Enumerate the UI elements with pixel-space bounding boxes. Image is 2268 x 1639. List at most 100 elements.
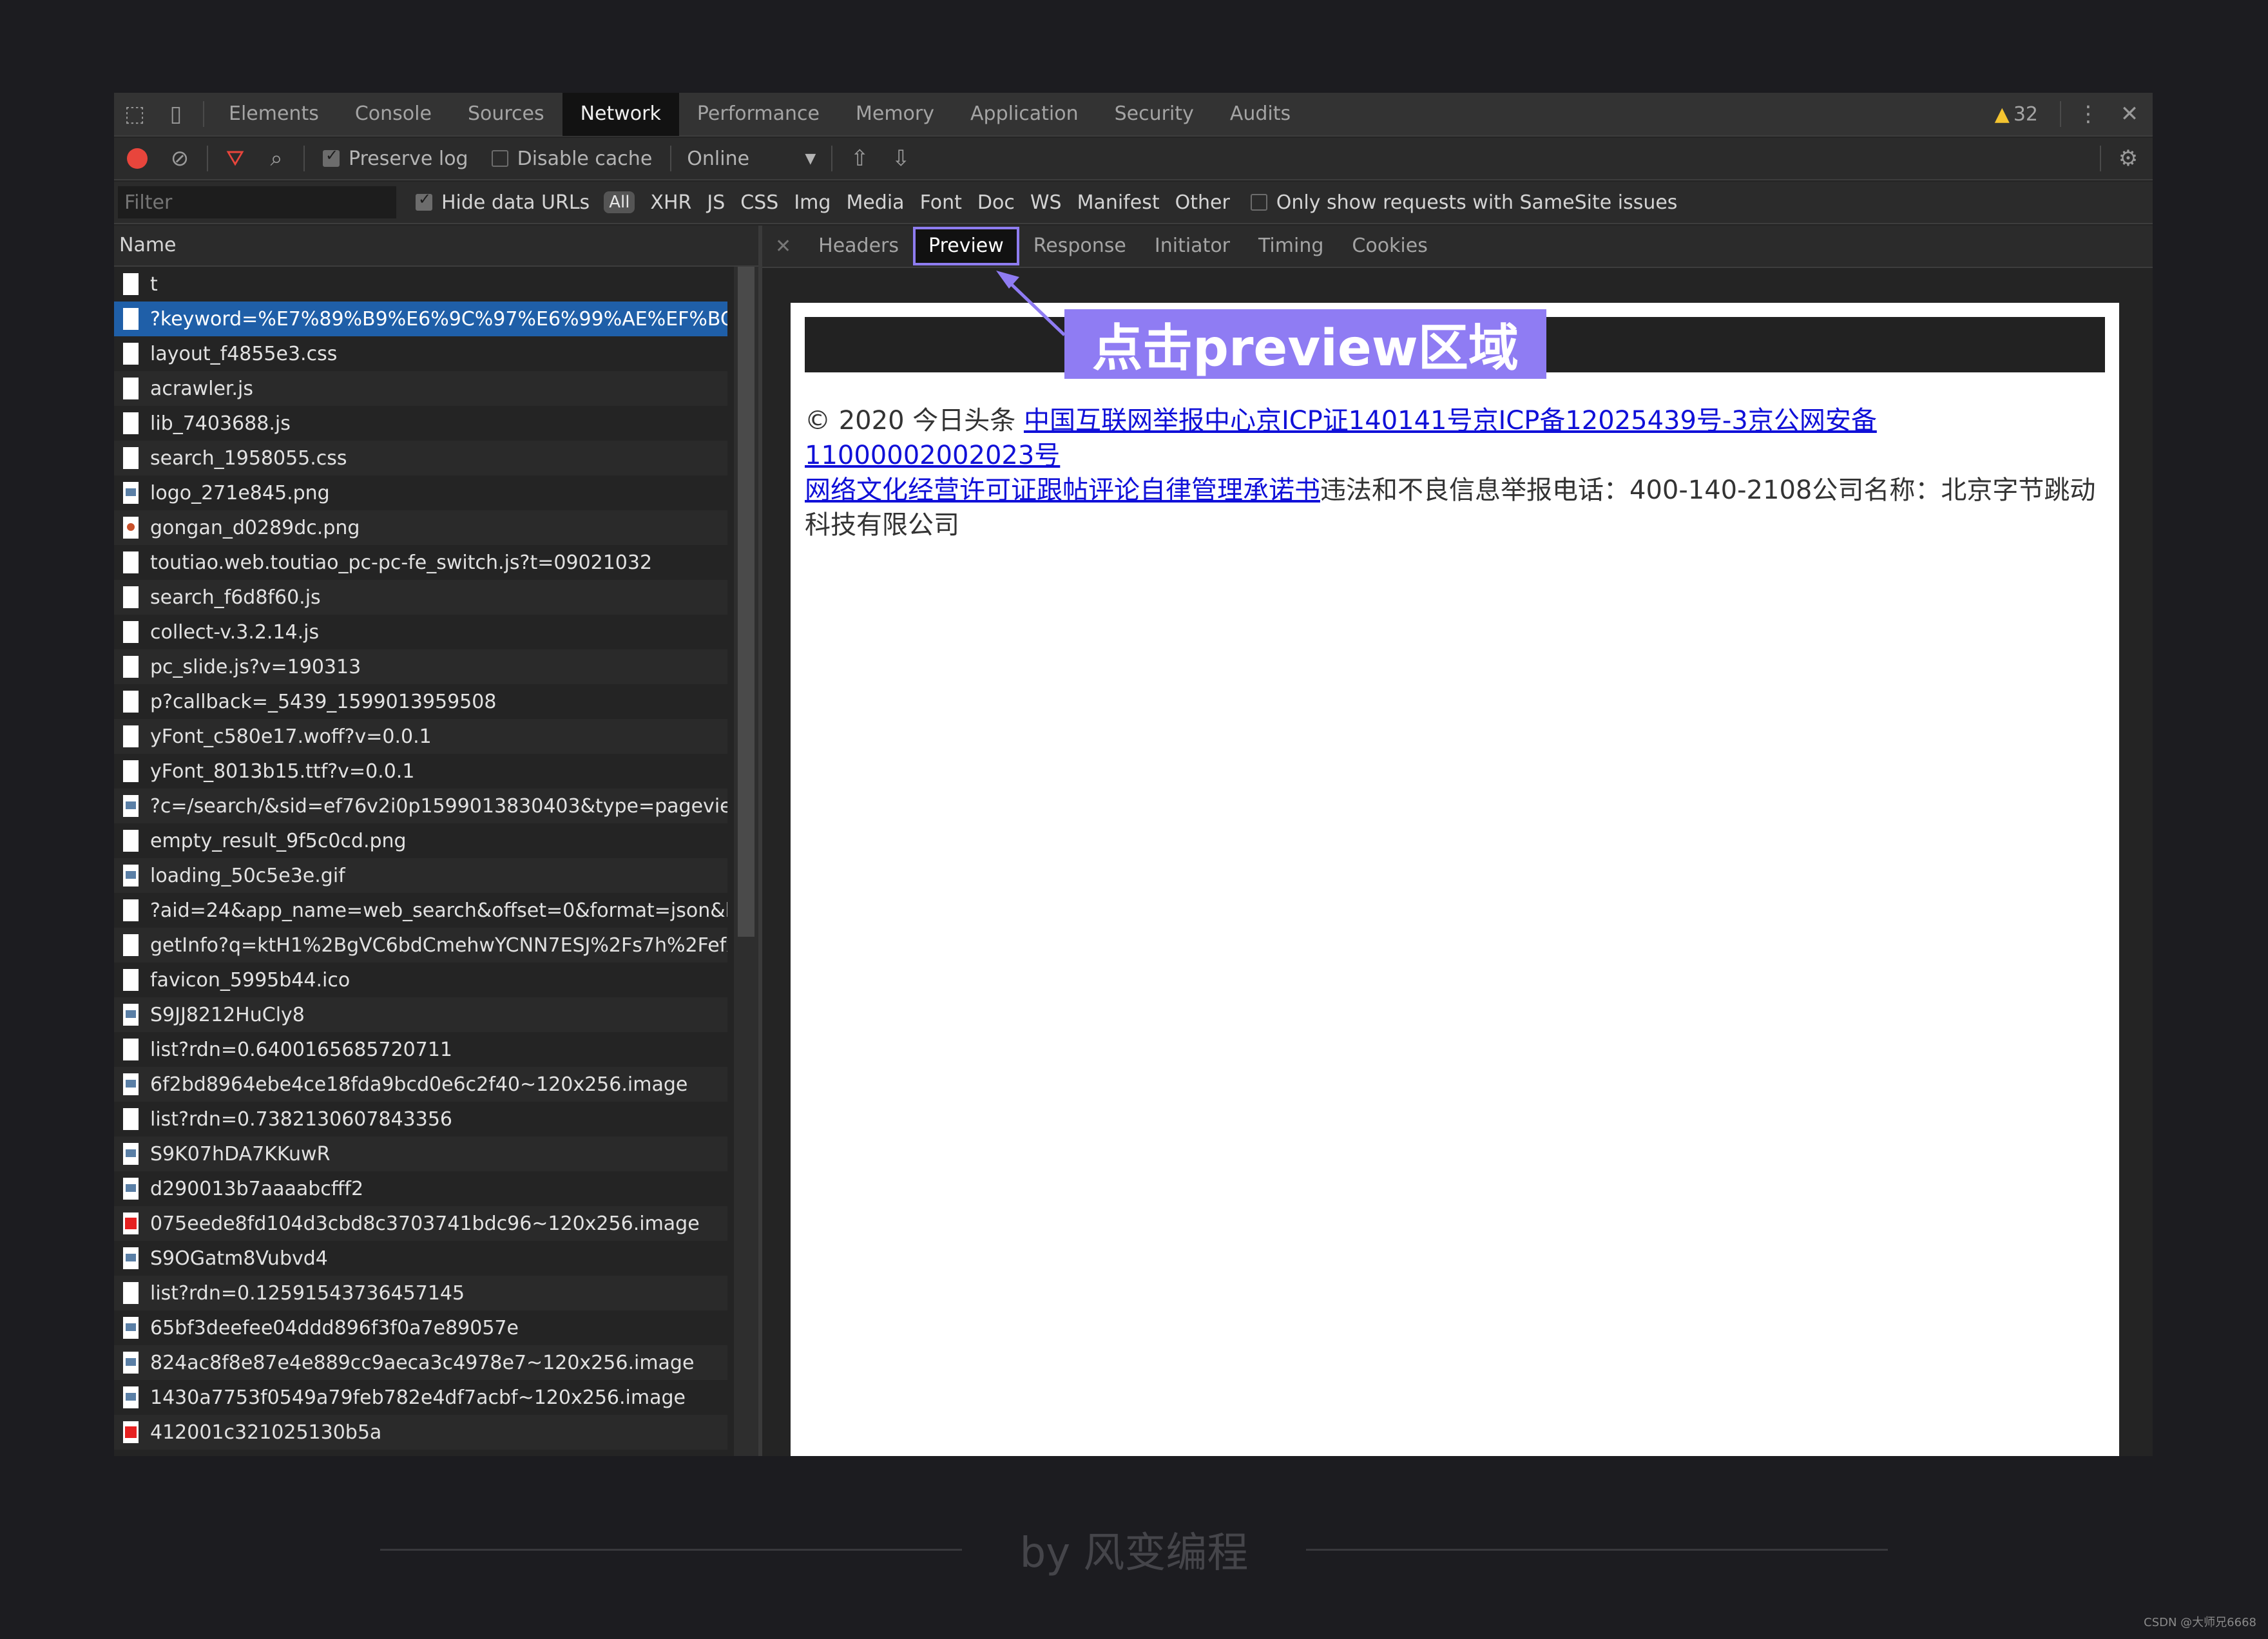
filter-type-media[interactable]: Media <box>838 191 912 214</box>
request-row[interactable]: list?rdn=0.6400165685720711 <box>114 1032 727 1067</box>
scrollbar-thumb[interactable] <box>738 267 754 937</box>
record-icon[interactable] <box>127 148 148 169</box>
throttling-select[interactable]: Online ▼ <box>687 148 816 170</box>
detail-tab-preview[interactable]: Preview <box>913 227 1019 265</box>
request-row[interactable]: toutiao.web.toutiao_pc-pc-fe_switch.js?t… <box>114 545 727 580</box>
request-row[interactable]: search_1958055.css <box>114 441 727 475</box>
request-row[interactable]: yFont_c580e17.woff?v=0.0.1 <box>114 719 727 754</box>
detail-tab-timing[interactable]: Timing <box>1244 227 1338 265</box>
request-row[interactable]: gongan_d0289dc.png <box>114 510 727 545</box>
license-link[interactable]: 网络文化经营许可证跟帖评论自律管理承诺书 <box>805 475 1320 505</box>
clear-icon[interactable]: ⊘ <box>166 144 194 173</box>
filter-input[interactable] <box>118 186 396 218</box>
request-list-scrollbar[interactable] <box>734 267 758 1456</box>
request-row[interactable]: logo_271e845.png <box>114 475 727 510</box>
checkbox-unchecked[interactable] <box>491 150 508 167</box>
disable-cache-checkbox[interactable]: Disable cache <box>491 148 652 170</box>
warning-count[interactable]: 32 <box>2013 103 2038 126</box>
detail-tab-initiator[interactable]: Initiator <box>1140 227 1244 265</box>
request-name: list?rdn=0.12591543736457145 <box>150 1281 465 1305</box>
detail-tab-headers[interactable]: Headers <box>804 227 913 265</box>
request-row[interactable]: ?c=/search/&sid=ef76v2i0p1599013830403&t… <box>114 789 727 823</box>
tab-application[interactable]: Application <box>952 93 1097 136</box>
file-img-icon <box>123 795 139 817</box>
filter-type-img[interactable]: Img <box>786 191 838 214</box>
tab-memory[interactable]: Memory <box>838 93 952 136</box>
request-name: 412001c321025130b5a <box>150 1421 382 1444</box>
request-row[interactable]: getInfo?q=ktH1%2BgVC6bdCmehwYCNN7ESJ%2Fs… <box>114 928 727 963</box>
filter-type-doc[interactable]: Doc <box>970 191 1023 214</box>
tab-console[interactable]: Console <box>337 93 450 136</box>
request-row[interactable]: 412001c321025130b5a <box>114 1415 727 1450</box>
request-row[interactable]: list?rdn=0.12591543736457145 <box>114 1276 727 1310</box>
search-icon[interactable]: ⌕ <box>262 144 291 173</box>
warning-icon[interactable]: ▲ <box>1995 103 2010 126</box>
close-detail-icon[interactable]: ✕ <box>775 235 791 258</box>
request-row[interactable]: lib_7403688.js <box>114 406 727 441</box>
file-doc-icon <box>123 656 139 678</box>
request-row[interactable]: 075eede8fd104d3cbd8c3703741bdc96~120x256… <box>114 1206 727 1241</box>
filter-type-all[interactable]: All <box>604 191 635 213</box>
more-options-icon[interactable]: ⋮ <box>2074 100 2102 128</box>
tab-network[interactable]: Network <box>562 93 679 136</box>
hide-data-urls-checkbox[interactable]: Hide data URLs <box>416 190 590 214</box>
detail-tab-cookies[interactable]: Cookies <box>1338 227 1441 265</box>
request-row[interactable]: S9JJ8212HuCly8 <box>114 997 727 1032</box>
request-name: list?rdn=0.6400165685720711 <box>150 1038 452 1061</box>
filter-type-js[interactable]: JS <box>699 191 733 214</box>
request-row[interactable]: list?rdn=0.7382130607843356 <box>114 1102 727 1136</box>
request-row[interactable]: 65bf3deefee04ddd896f3f0a7e89057e <box>114 1310 727 1345</box>
request-row[interactable]: pc_slide.js?v=190313 <box>114 649 727 684</box>
request-row[interactable]: acrawler.js <box>114 371 727 406</box>
request-row[interactable]: S9OGatm8Vubvd4 <box>114 1241 727 1276</box>
filter-type-css[interactable]: CSS <box>733 191 786 214</box>
request-row[interactable]: S9K07hDA7KKuwR <box>114 1136 727 1171</box>
request-row[interactable]: loading_50c5e3e.gif <box>114 858 727 893</box>
request-row[interactable]: search_f6d8f60.js <box>114 580 727 615</box>
filter-type-font[interactable]: Font <box>912 191 970 214</box>
checkbox-checked[interactable] <box>323 146 340 167</box>
filter-type-xhr[interactable]: XHR <box>642 191 699 214</box>
footer: by 风变编程 <box>380 1520 1888 1578</box>
tab-elements[interactable]: Elements <box>211 93 337 136</box>
settings-gear-icon[interactable]: ⚙ <box>2114 144 2142 173</box>
request-row[interactable]: layout_f4855e3.css <box>114 336 727 371</box>
request-row[interactable]: d290013b7aaaabcfff2 <box>114 1171 727 1206</box>
filter-icon[interactable]: ⛛ <box>221 144 249 173</box>
file-doc-icon <box>123 1039 139 1060</box>
name-column-header[interactable]: Name <box>114 225 758 267</box>
filter-type-other[interactable]: Other <box>1168 191 1238 214</box>
tab-sources[interactable]: Sources <box>450 93 562 136</box>
tab-security[interactable]: Security <box>1097 93 1212 136</box>
request-row[interactable]: 1430a7753f0549a79feb782e4df7acbf~120x256… <box>114 1380 727 1415</box>
checkbox-checked[interactable] <box>416 190 432 211</box>
request-row[interactable]: empty_result_9f5c0cd.png <box>114 823 727 858</box>
type-filters: XHR JS CSS Img Media Font Doc WS Manifest Other <box>642 191 1237 214</box>
request-row[interactable]: t <box>114 267 727 302</box>
request-row[interactable]: 6f2bd8964ebe4ce18fda9bcd0e6c2f40~120x256… <box>114 1067 727 1102</box>
detail-tab-response[interactable]: Response <box>1019 227 1140 265</box>
filter-type-ws[interactable]: WS <box>1023 191 1070 214</box>
file-img-icon <box>123 1317 139 1339</box>
close-devtools-icon[interactable]: ✕ <box>2115 100 2144 128</box>
filter-type-manifest[interactable]: Manifest <box>1070 191 1168 214</box>
import-har-icon[interactable]: ⇧ <box>845 144 874 173</box>
request-row[interactable]: ?keyword=%E7%89%B9%E6%9C%97%E6%99%AE%EF%… <box>114 302 727 336</box>
samesite-checkbox[interactable]: Only show requests with SameSite issues <box>1250 191 1677 214</box>
tab-performance[interactable]: Performance <box>679 93 838 136</box>
export-har-icon[interactable]: ⇩ <box>887 144 915 173</box>
tab-audits[interactable]: Audits <box>1212 93 1309 136</box>
device-toolbar-icon[interactable]: ▯ <box>162 100 190 128</box>
request-row[interactable]: 824ac8f8e87e4e889cc9aeca3c4978e7~120x256… <box>114 1345 727 1380</box>
divider <box>207 146 208 171</box>
inspect-element-icon[interactable]: ⬚ <box>120 100 149 128</box>
request-row[interactable]: favicon_5995b44.ico <box>114 963 727 997</box>
request-row[interactable]: yFont_8013b15.ttf?v=0.0.1 <box>114 754 727 789</box>
request-row[interactable]: p?callback=_5439_1599013959508 <box>114 684 727 719</box>
checkbox-unchecked[interactable] <box>1250 194 1267 211</box>
preserve-log-checkbox[interactable]: Preserve log <box>323 146 468 170</box>
request-row[interactable]: collect-v.3.2.14.js <box>114 615 727 649</box>
copyright-text: © 2020 今日头条 <box>805 406 1024 436</box>
file-img-icon <box>123 1386 139 1408</box>
request-row[interactable]: ?aid=24&app_name=web_search&offset=0&for… <box>114 893 727 928</box>
